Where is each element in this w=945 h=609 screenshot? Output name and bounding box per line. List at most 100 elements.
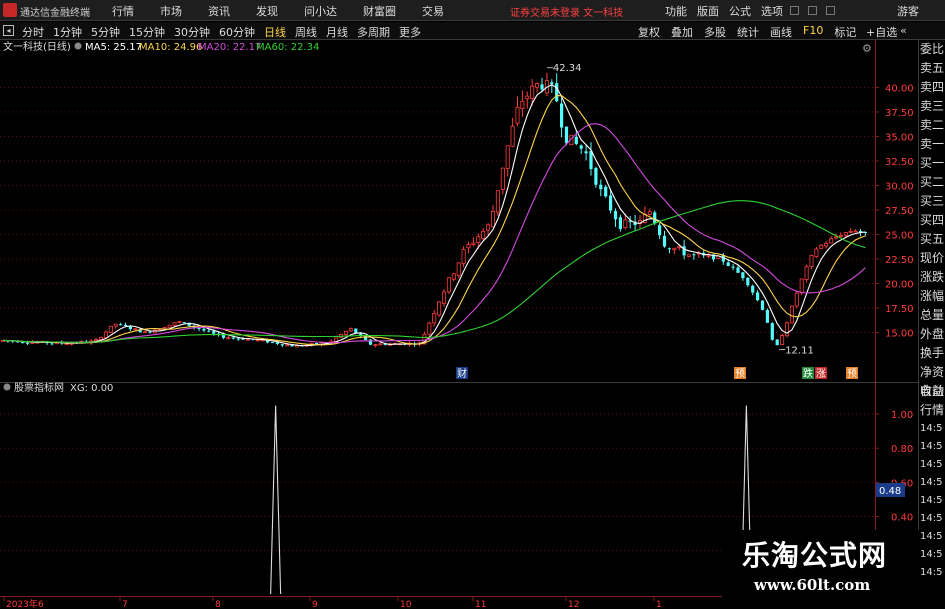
- candle-body: [789, 305, 794, 324]
- login-notice[interactable]: 证券交易未登录 文一科技: [510, 4, 623, 19]
- indicator-tick-label: 1.00: [891, 410, 913, 421]
- ma5-label: MA5: 25.17: [85, 42, 142, 53]
- indicator-spikes: [270, 405, 752, 595]
- tab-60min[interactable]: 60分钟: [219, 24, 255, 40]
- candle-body: [471, 242, 476, 245]
- tab-1min[interactable]: 1分钟: [53, 24, 82, 40]
- price-tick-label: 32.50: [885, 157, 914, 168]
- quote-panel: 委比 卖五 卖四 卖三 卖二 卖一 买一 买二 买三 买四 买五 现价 涨跌 涨…: [918, 40, 945, 398]
- guest-login[interactable]: 游客: [897, 3, 919, 19]
- ma60-label: MA60: 22.34: [256, 42, 319, 53]
- candle-body: [427, 322, 432, 335]
- candle-body: [848, 231, 853, 233]
- candle-body: [143, 331, 148, 334]
- maximize-icon[interactable]: [808, 6, 817, 15]
- menu-item-ask[interactable]: 问小达: [304, 3, 337, 19]
- tool-restore-rights[interactable]: 复权: [638, 24, 660, 40]
- indicator-dot-icon[interactable]: [3, 383, 11, 391]
- menu-item-wealth[interactable]: 财富圈: [363, 3, 396, 19]
- tick-label-auto[interactable]: 自动: [919, 382, 945, 401]
- menu-item-options[interactable]: 选项: [761, 3, 783, 19]
- quote-label-wei-bi: 委比: [920, 42, 945, 56]
- candle-body: [843, 232, 848, 236]
- menu-item-formula[interactable]: 公式: [729, 3, 751, 19]
- close-icon[interactable]: [826, 6, 835, 15]
- price-tick-label: 37.50: [885, 108, 914, 119]
- app-title: 通达信金融终端: [20, 8, 90, 19]
- watermark-title: 乐淘公式网: [742, 539, 888, 572]
- tool-draw-line[interactable]: 画线: [770, 24, 792, 40]
- tab-multi-period[interactable]: 多周期: [357, 24, 390, 40]
- tab-monthly[interactable]: 月线: [326, 24, 348, 40]
- tool-multi-stock[interactable]: 多股: [704, 24, 726, 40]
- candle-body: [373, 344, 378, 347]
- low-price-label: 12.11: [785, 345, 814, 356]
- quote-label-price: 现价: [920, 251, 945, 265]
- candle-body: [756, 292, 760, 301]
- candle-body: [378, 343, 383, 346]
- gear-icon[interactable]: ⚙: [862, 42, 872, 55]
- marker-forecast-2-label: 预: [847, 368, 857, 380]
- candle-body: [285, 344, 290, 347]
- candle-body: [540, 84, 544, 90]
- chevron-left-icon[interactable]: «: [900, 24, 907, 37]
- candle-body: [172, 322, 177, 326]
- price-tick-label: 27.50: [885, 206, 914, 217]
- settings-dot-icon[interactable]: [74, 42, 82, 50]
- quote-label-volume: 总量: [920, 308, 945, 322]
- candle-body: [564, 126, 569, 144]
- menu-item-discover[interactable]: 发现: [256, 3, 278, 19]
- menu-item-market[interactable]: 市场: [160, 3, 182, 19]
- tool-mark[interactable]: 标记: [834, 24, 856, 40]
- back-icon[interactable]: ◂: [3, 25, 14, 36]
- quote-label-net-asset: 净资: [920, 365, 945, 379]
- candle-body: [804, 266, 809, 280]
- candle-body: [221, 334, 226, 338]
- quote-label-outer: 外盘: [920, 327, 945, 341]
- candle-body: [510, 125, 515, 147]
- tick-time: 14:5: [920, 477, 943, 488]
- tab-30min[interactable]: 30分钟: [174, 24, 210, 40]
- candle-body: [432, 313, 437, 324]
- tab-daily[interactable]: 日线: [264, 24, 286, 40]
- time-tick-label: 2023年6: [6, 598, 44, 609]
- menu-item-function[interactable]: 功能: [665, 3, 687, 19]
- tick-time: 14:5: [920, 549, 943, 560]
- tick-time: 14:5: [920, 441, 943, 452]
- tick-time: 14:5: [920, 495, 943, 506]
- candle-body: [736, 267, 740, 273]
- minimize-icon[interactable]: [790, 6, 799, 15]
- menu-item-news[interactable]: 资讯: [208, 3, 230, 19]
- window-buttons: [790, 5, 870, 15]
- candle-body: [515, 106, 520, 124]
- candle-body: [456, 262, 461, 276]
- add-self-select-button[interactable]: +自选: [866, 24, 897, 40]
- price-tick-label: 22.50: [885, 255, 914, 266]
- tab-more[interactable]: 更多: [399, 24, 421, 40]
- tab-timeshare[interactable]: 分时: [22, 24, 44, 40]
- tool-f10[interactable]: F10: [803, 24, 823, 40]
- candle-body: [212, 331, 216, 334]
- candle-body: [726, 262, 730, 266]
- tab-5min[interactable]: 5分钟: [91, 24, 120, 40]
- tool-statistics[interactable]: 统计: [737, 24, 759, 40]
- candle-body: [535, 83, 540, 88]
- tool-overlay[interactable]: 叠加: [671, 24, 693, 40]
- candle-body: [275, 342, 279, 344]
- candle-body: [466, 243, 471, 249]
- menu-item-trade[interactable]: 交易: [422, 3, 444, 19]
- candle-body: [368, 339, 373, 345]
- candle-body: [113, 323, 118, 327]
- tab-15min[interactable]: 15分钟: [129, 24, 165, 40]
- time-tick-label: 11: [475, 600, 486, 609]
- tick-label-quotes[interactable]: 行情: [919, 401, 945, 420]
- candle-body: [677, 246, 682, 249]
- candle-body: [177, 321, 182, 323]
- menu-item-quotes[interactable]: 行情: [112, 3, 134, 19]
- tab-weekly[interactable]: 周线: [295, 24, 317, 40]
- tick-time: 14:5: [920, 459, 943, 470]
- candle-body: [579, 145, 583, 149]
- menu-item-layout[interactable]: 版面: [697, 3, 719, 19]
- candle-body: [667, 248, 671, 250]
- candle-body: [687, 254, 692, 257]
